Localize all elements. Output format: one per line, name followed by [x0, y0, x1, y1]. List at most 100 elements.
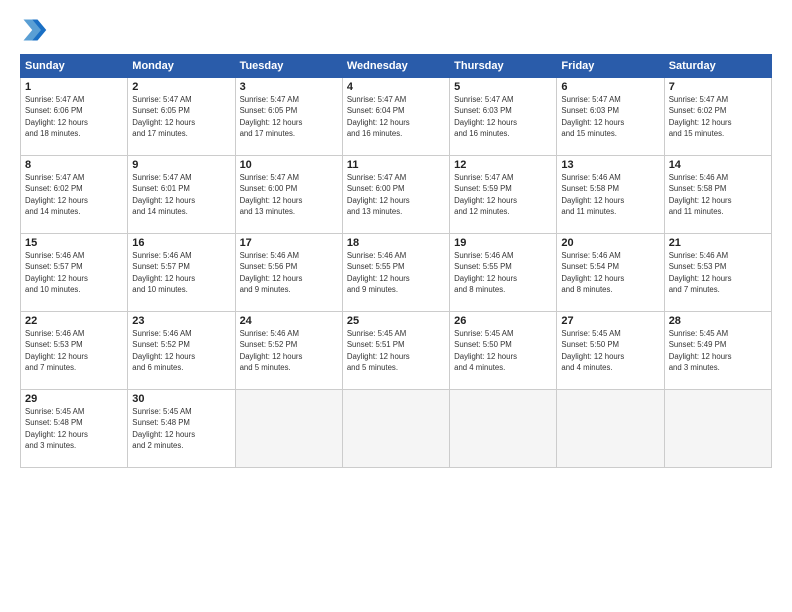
day-number: 30 — [132, 393, 230, 405]
day-info: Sunrise: 5:47 AM Sunset: 6:06 PM Dayligh… — [25, 94, 123, 139]
logo-icon — [20, 16, 48, 44]
weekday-header-saturday: Saturday — [664, 55, 771, 78]
day-info: Sunrise: 5:47 AM Sunset: 6:05 PM Dayligh… — [240, 94, 338, 139]
day-info: Sunrise: 5:46 AM Sunset: 5:52 PM Dayligh… — [132, 328, 230, 373]
empty-cell — [450, 390, 557, 468]
weekday-header-thursday: Thursday — [450, 55, 557, 78]
weekday-header-sunday: Sunday — [21, 55, 128, 78]
day-info: Sunrise: 5:46 AM Sunset: 5:56 PM Dayligh… — [240, 250, 338, 295]
logo — [20, 16, 50, 44]
weekday-header-wednesday: Wednesday — [342, 55, 449, 78]
day-number: 4 — [347, 81, 445, 93]
week-row-4: 22Sunrise: 5:46 AM Sunset: 5:53 PM Dayli… — [21, 312, 772, 390]
day-info: Sunrise: 5:45 AM Sunset: 5:48 PM Dayligh… — [132, 406, 230, 451]
day-number: 28 — [669, 315, 767, 327]
day-cell-3: 3Sunrise: 5:47 AM Sunset: 6:05 PM Daylig… — [235, 78, 342, 156]
day-cell-30: 30Sunrise: 5:45 AM Sunset: 5:48 PM Dayli… — [128, 390, 235, 468]
day-info: Sunrise: 5:47 AM Sunset: 6:00 PM Dayligh… — [240, 172, 338, 217]
day-number: 9 — [132, 159, 230, 171]
day-info: Sunrise: 5:46 AM Sunset: 5:53 PM Dayligh… — [669, 250, 767, 295]
day-cell-15: 15Sunrise: 5:46 AM Sunset: 5:57 PM Dayli… — [21, 234, 128, 312]
day-info: Sunrise: 5:46 AM Sunset: 5:58 PM Dayligh… — [561, 172, 659, 217]
day-info: Sunrise: 5:46 AM Sunset: 5:53 PM Dayligh… — [25, 328, 123, 373]
day-info: Sunrise: 5:46 AM Sunset: 5:57 PM Dayligh… — [132, 250, 230, 295]
empty-cell — [557, 390, 664, 468]
day-cell-10: 10Sunrise: 5:47 AM Sunset: 6:00 PM Dayli… — [235, 156, 342, 234]
day-info: Sunrise: 5:47 AM Sunset: 6:05 PM Dayligh… — [132, 94, 230, 139]
day-info: Sunrise: 5:47 AM Sunset: 6:00 PM Dayligh… — [347, 172, 445, 217]
day-cell-25: 25Sunrise: 5:45 AM Sunset: 5:51 PM Dayli… — [342, 312, 449, 390]
day-cell-7: 7Sunrise: 5:47 AM Sunset: 6:02 PM Daylig… — [664, 78, 771, 156]
day-number: 13 — [561, 159, 659, 171]
day-cell-5: 5Sunrise: 5:47 AM Sunset: 6:03 PM Daylig… — [450, 78, 557, 156]
day-number: 1 — [25, 81, 123, 93]
week-row-2: 8Sunrise: 5:47 AM Sunset: 6:02 PM Daylig… — [21, 156, 772, 234]
day-cell-4: 4Sunrise: 5:47 AM Sunset: 6:04 PM Daylig… — [342, 78, 449, 156]
day-info: Sunrise: 5:45 AM Sunset: 5:51 PM Dayligh… — [347, 328, 445, 373]
day-info: Sunrise: 5:47 AM Sunset: 6:03 PM Dayligh… — [561, 94, 659, 139]
day-cell-12: 12Sunrise: 5:47 AM Sunset: 5:59 PM Dayli… — [450, 156, 557, 234]
day-cell-9: 9Sunrise: 5:47 AM Sunset: 6:01 PM Daylig… — [128, 156, 235, 234]
calendar-table: SundayMondayTuesdayWednesdayThursdayFrid… — [20, 54, 772, 468]
day-number: 6 — [561, 81, 659, 93]
day-number: 18 — [347, 237, 445, 249]
day-info: Sunrise: 5:45 AM Sunset: 5:50 PM Dayligh… — [454, 328, 552, 373]
day-cell-19: 19Sunrise: 5:46 AM Sunset: 5:55 PM Dayli… — [450, 234, 557, 312]
day-info: Sunrise: 5:46 AM Sunset: 5:55 PM Dayligh… — [454, 250, 552, 295]
day-cell-20: 20Sunrise: 5:46 AM Sunset: 5:54 PM Dayli… — [557, 234, 664, 312]
day-cell-18: 18Sunrise: 5:46 AM Sunset: 5:55 PM Dayli… — [342, 234, 449, 312]
day-number: 24 — [240, 315, 338, 327]
day-info: Sunrise: 5:47 AM Sunset: 6:02 PM Dayligh… — [25, 172, 123, 217]
weekday-header-row: SundayMondayTuesdayWednesdayThursdayFrid… — [21, 55, 772, 78]
day-cell-21: 21Sunrise: 5:46 AM Sunset: 5:53 PM Dayli… — [664, 234, 771, 312]
day-info: Sunrise: 5:46 AM Sunset: 5:54 PM Dayligh… — [561, 250, 659, 295]
day-number: 21 — [669, 237, 767, 249]
empty-cell — [664, 390, 771, 468]
day-cell-17: 17Sunrise: 5:46 AM Sunset: 5:56 PM Dayli… — [235, 234, 342, 312]
day-cell-8: 8Sunrise: 5:47 AM Sunset: 6:02 PM Daylig… — [21, 156, 128, 234]
day-info: Sunrise: 5:45 AM Sunset: 5:48 PM Dayligh… — [25, 406, 123, 451]
day-number: 10 — [240, 159, 338, 171]
day-info: Sunrise: 5:47 AM Sunset: 6:01 PM Dayligh… — [132, 172, 230, 217]
day-number: 7 — [669, 81, 767, 93]
day-info: Sunrise: 5:46 AM Sunset: 5:58 PM Dayligh… — [669, 172, 767, 217]
empty-cell — [235, 390, 342, 468]
day-number: 11 — [347, 159, 445, 171]
day-cell-16: 16Sunrise: 5:46 AM Sunset: 5:57 PM Dayli… — [128, 234, 235, 312]
weekday-header-monday: Monday — [128, 55, 235, 78]
day-number: 8 — [25, 159, 123, 171]
day-number: 2 — [132, 81, 230, 93]
day-number: 23 — [132, 315, 230, 327]
day-info: Sunrise: 5:46 AM Sunset: 5:57 PM Dayligh… — [25, 250, 123, 295]
weekday-header-tuesday: Tuesday — [235, 55, 342, 78]
day-cell-28: 28Sunrise: 5:45 AM Sunset: 5:49 PM Dayli… — [664, 312, 771, 390]
day-number: 12 — [454, 159, 552, 171]
day-cell-27: 27Sunrise: 5:45 AM Sunset: 5:50 PM Dayli… — [557, 312, 664, 390]
day-info: Sunrise: 5:45 AM Sunset: 5:49 PM Dayligh… — [669, 328, 767, 373]
day-info: Sunrise: 5:46 AM Sunset: 5:52 PM Dayligh… — [240, 328, 338, 373]
day-info: Sunrise: 5:47 AM Sunset: 5:59 PM Dayligh… — [454, 172, 552, 217]
day-cell-13: 13Sunrise: 5:46 AM Sunset: 5:58 PM Dayli… — [557, 156, 664, 234]
day-cell-1: 1Sunrise: 5:47 AM Sunset: 6:06 PM Daylig… — [21, 78, 128, 156]
day-number: 20 — [561, 237, 659, 249]
day-info: Sunrise: 5:46 AM Sunset: 5:55 PM Dayligh… — [347, 250, 445, 295]
day-cell-24: 24Sunrise: 5:46 AM Sunset: 5:52 PM Dayli… — [235, 312, 342, 390]
day-number: 5 — [454, 81, 552, 93]
day-cell-14: 14Sunrise: 5:46 AM Sunset: 5:58 PM Dayli… — [664, 156, 771, 234]
day-cell-2: 2Sunrise: 5:47 AM Sunset: 6:05 PM Daylig… — [128, 78, 235, 156]
day-cell-6: 6Sunrise: 5:47 AM Sunset: 6:03 PM Daylig… — [557, 78, 664, 156]
day-info: Sunrise: 5:47 AM Sunset: 6:03 PM Dayligh… — [454, 94, 552, 139]
weekday-header-friday: Friday — [557, 55, 664, 78]
day-number: 29 — [25, 393, 123, 405]
week-row-5: 29Sunrise: 5:45 AM Sunset: 5:48 PM Dayli… — [21, 390, 772, 468]
page-header — [20, 16, 772, 44]
day-info: Sunrise: 5:47 AM Sunset: 6:02 PM Dayligh… — [669, 94, 767, 139]
day-number: 19 — [454, 237, 552, 249]
day-number: 27 — [561, 315, 659, 327]
day-number: 15 — [25, 237, 123, 249]
day-number: 25 — [347, 315, 445, 327]
day-cell-22: 22Sunrise: 5:46 AM Sunset: 5:53 PM Dayli… — [21, 312, 128, 390]
day-number: 22 — [25, 315, 123, 327]
day-cell-23: 23Sunrise: 5:46 AM Sunset: 5:52 PM Dayli… — [128, 312, 235, 390]
day-cell-11: 11Sunrise: 5:47 AM Sunset: 6:00 PM Dayli… — [342, 156, 449, 234]
